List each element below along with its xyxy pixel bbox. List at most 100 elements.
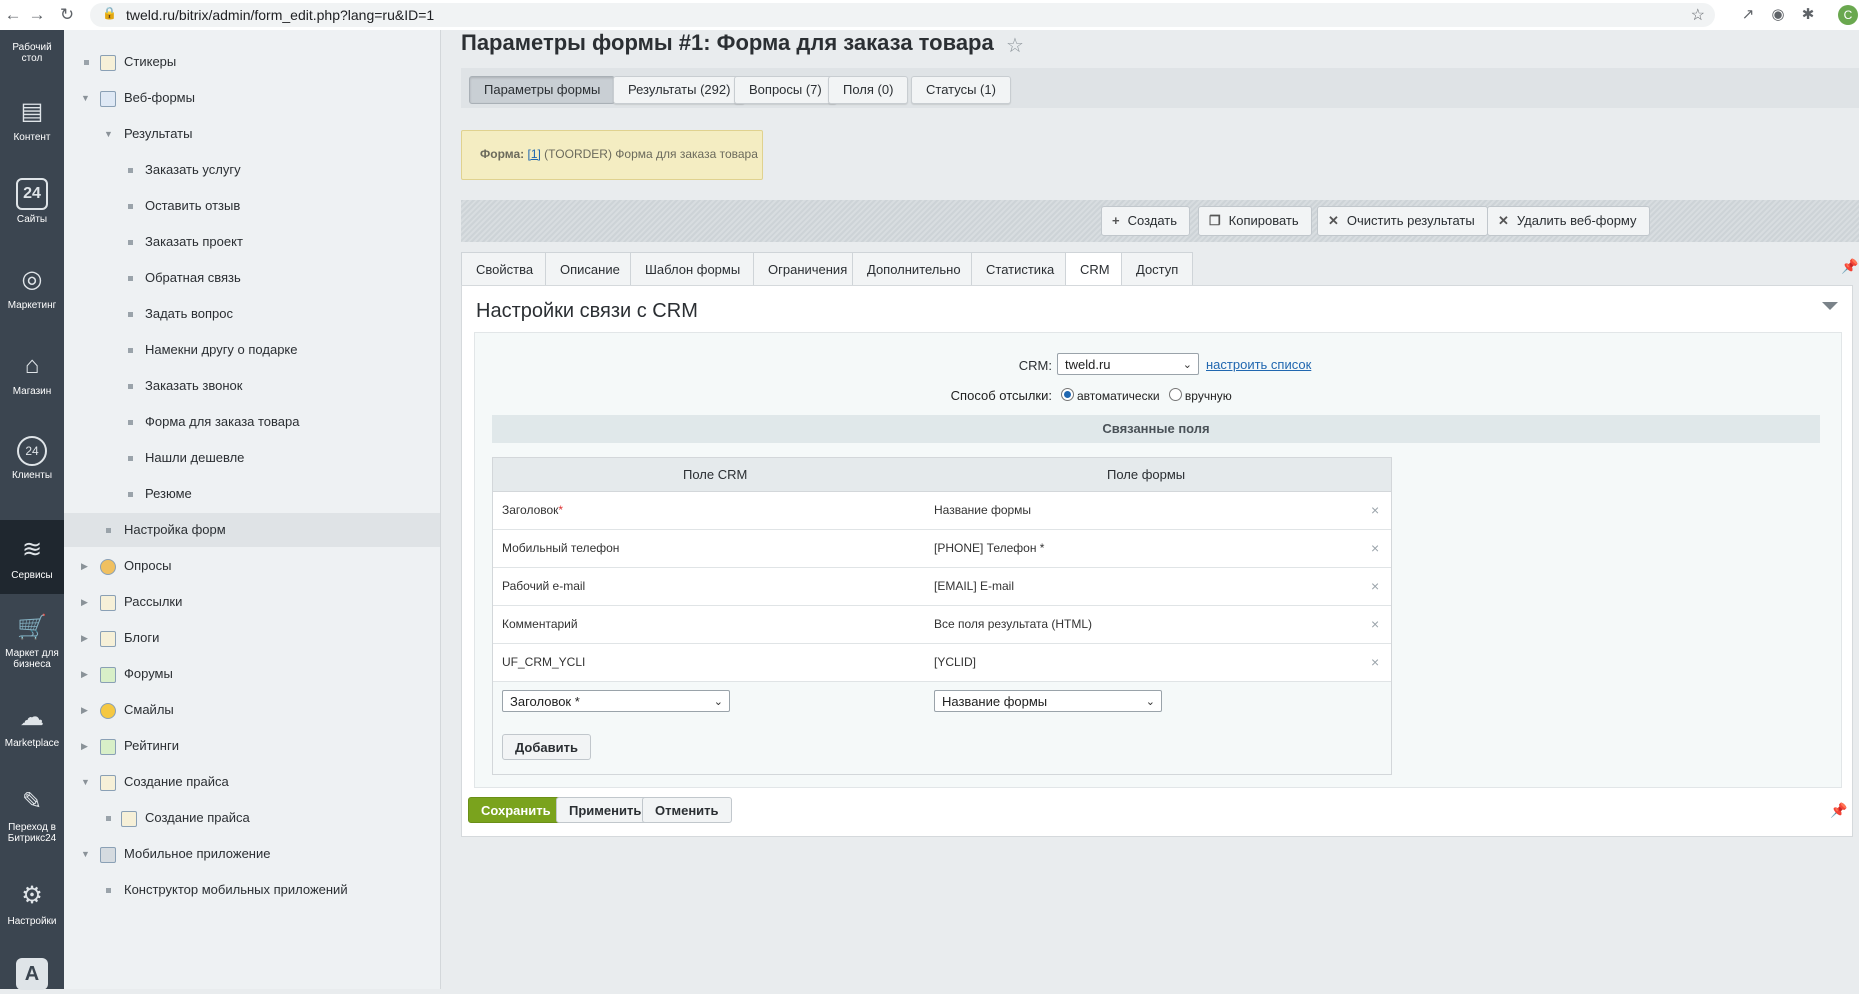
profile-avatar[interactable]: C bbox=[1838, 5, 1858, 25]
tab-form-template[interactable]: Шаблон формы bbox=[630, 252, 756, 286]
tab-crm[interactable]: CRM bbox=[1065, 252, 1125, 287]
tab-statistics[interactable]: Статистика bbox=[971, 252, 1070, 286]
tree-item-results[interactable]: ▼ Результаты bbox=[64, 117, 440, 151]
tree-item-ratings[interactable]: ▶ Рейтинги bbox=[64, 729, 440, 763]
tree-item-mobile-constructor[interactable]: Конструктор мобильных приложений bbox=[64, 873, 440, 907]
calendar-24-icon: 24 bbox=[16, 178, 48, 210]
tree-item-polls[interactable]: ▶ Опросы bbox=[64, 549, 440, 583]
panel-item-services[interactable]: ≋ Сервисы bbox=[0, 520, 64, 594]
address-bar[interactable]: 🔒 tweld.ru/bitrix/admin/form_edit.php?la… bbox=[90, 3, 1715, 27]
chevron-right-icon[interactable]: ▶ bbox=[81, 657, 88, 691]
chevron-down-icon[interactable]: ▼ bbox=[104, 117, 113, 151]
remove-icon[interactable]: × bbox=[1371, 568, 1379, 605]
tree-item-result[interactable]: Заказать проект bbox=[64, 225, 440, 259]
linked-fields-header: Связанные поля bbox=[492, 415, 1820, 443]
panel-item-sites[interactable]: 24 Сайты bbox=[0, 178, 64, 225]
tab-properties[interactable]: Свойства bbox=[461, 252, 549, 286]
tab-description[interactable]: Описание bbox=[545, 252, 635, 286]
remove-icon[interactable]: × bbox=[1371, 492, 1379, 529]
create-label: Создать bbox=[1127, 213, 1177, 228]
new-crm-field-value: Заголовок * bbox=[510, 694, 580, 709]
tree-item-label: Форма для заказа товара bbox=[145, 414, 300, 429]
tree-item-result[interactable]: Задать вопрос bbox=[64, 297, 440, 331]
panel-item-bitrix24[interactable]: ✎ Переход в Битрикс24 bbox=[0, 786, 64, 844]
tree-item-result[interactable]: Нашли дешевле bbox=[64, 441, 440, 475]
tree-item-smiles[interactable]: ▶ Смайлы bbox=[64, 693, 440, 727]
remove-icon[interactable]: × bbox=[1371, 530, 1379, 567]
camera-icon[interactable]: ◉ bbox=[1768, 5, 1788, 25]
save-button[interactable]: Сохранить bbox=[468, 797, 564, 823]
crm-select[interactable]: tweld.ru ⌄ bbox=[1057, 353, 1199, 375]
tab-additional[interactable]: Дополнительно bbox=[852, 252, 976, 286]
puzzle-icon[interactable]: ✱ bbox=[1798, 5, 1818, 25]
tree-item-result[interactable]: Оставить отзыв bbox=[64, 189, 440, 223]
action-toolbar: + Создать ❐ Копировать ✕ Очистить результат… bbox=[461, 200, 1859, 242]
tab-statuses[interactable]: Статусы (1) bbox=[911, 76, 1011, 104]
tab-fields[interactable]: Поля (0) bbox=[828, 76, 909, 104]
clear-results-button[interactable]: ✕ Очистить результаты bbox=[1317, 206, 1488, 236]
new-form-field-select[interactable]: Название формы ⌄ bbox=[934, 690, 1162, 712]
add-mapping-button[interactable]: Добавить bbox=[502, 734, 591, 760]
collapse-arrow-icon[interactable] bbox=[1822, 302, 1838, 310]
panel-item-market[interactable]: 🛒 Маркет для бизнеса bbox=[0, 612, 64, 670]
create-button[interactable]: + Создать bbox=[1101, 206, 1190, 236]
tree-item-webforms[interactable]: ▼ Веб-формы bbox=[64, 81, 440, 115]
tree-item-mailings[interactable]: ▶ Рассылки bbox=[64, 585, 440, 619]
tree-item-price-creation[interactable]: ▼ Создание прайса bbox=[64, 765, 440, 799]
tree-item-result[interactable]: Заказать услугу bbox=[64, 153, 440, 187]
panel-item-shop[interactable]: ⌂ Магазин bbox=[0, 350, 64, 397]
tree-item-forums[interactable]: ▶ Форумы bbox=[64, 657, 440, 691]
forward-arrow-icon[interactable]: → bbox=[26, 4, 48, 26]
tree-item-stickers[interactable]: Стикеры bbox=[64, 45, 440, 79]
tree-item-blogs[interactable]: ▶ Блоги bbox=[64, 621, 440, 655]
tab-access[interactable]: Доступ bbox=[1121, 252, 1194, 286]
panel-item-settings[interactable]: ⚙ Настройки bbox=[0, 880, 64, 927]
chevron-right-icon[interactable]: ▶ bbox=[81, 621, 88, 655]
delete-form-button[interactable]: ✕ Удалить веб-форму bbox=[1487, 206, 1650, 236]
panel-item-content[interactable]: ▤ Контент bbox=[0, 96, 64, 143]
tab-form-params[interactable]: Параметры формы bbox=[469, 76, 616, 104]
chevron-right-icon[interactable]: ▶ bbox=[81, 729, 88, 763]
chevron-down-icon[interactable]: ▼ bbox=[81, 765, 90, 799]
tab-questions[interactable]: Вопросы (7) bbox=[734, 76, 837, 104]
url-text[interactable]: tweld.ru/bitrix/admin/form_edit.php?lang… bbox=[126, 7, 434, 23]
back-arrow-icon[interactable]: ← bbox=[2, 4, 24, 26]
remove-icon[interactable]: × bbox=[1371, 644, 1379, 681]
chevron-right-icon[interactable]: ▶ bbox=[81, 585, 88, 619]
reload-icon[interactable]: ↻ bbox=[56, 4, 78, 26]
configure-list-link[interactable]: настроить список bbox=[1206, 357, 1311, 372]
price-icon bbox=[121, 811, 137, 827]
radio-auto[interactable] bbox=[1061, 388, 1074, 401]
chevron-right-icon[interactable]: ▶ bbox=[81, 693, 88, 727]
panel-item-marketplace[interactable]: ☁ Marketplace bbox=[0, 702, 64, 749]
tree-item-price-creation-sub[interactable]: Создание прайса bbox=[64, 801, 440, 835]
tree-item-mobile-app[interactable]: ▼ Мобильное приложение bbox=[64, 837, 440, 871]
cancel-button[interactable]: Отменить bbox=[642, 797, 732, 823]
tree-item-result[interactable]: Резюме bbox=[64, 477, 440, 511]
chevron-down-icon[interactable]: ▼ bbox=[81, 837, 90, 871]
favorite-star-icon[interactable]: ☆ bbox=[1006, 33, 1024, 58]
extension-icon[interactable]: ↗ bbox=[1738, 5, 1758, 25]
tree-item-result[interactable]: Заказать звонок bbox=[64, 369, 440, 403]
tree-item-result[interactable]: Форма для заказа товара bbox=[64, 405, 440, 439]
tab-restrictions[interactable]: Ограничения bbox=[753, 252, 863, 286]
copy-button[interactable]: ❐ Копировать bbox=[1198, 206, 1312, 236]
new-crm-field-select[interactable]: Заголовок * ⌄ bbox=[502, 690, 730, 712]
chevron-down-icon[interactable]: ▼ bbox=[81, 81, 90, 115]
panel-item-marketing[interactable]: ◎ Маркетинг bbox=[0, 264, 64, 311]
apply-button[interactable]: Применить bbox=[556, 797, 655, 823]
chevron-right-icon[interactable]: ▶ bbox=[81, 549, 88, 583]
radio-manual[interactable] bbox=[1168, 388, 1182, 401]
panel-item-clients[interactable]: 24 Клиенты bbox=[0, 436, 64, 481]
tree-item-result[interactable]: Намекни другу о подарке bbox=[64, 333, 440, 367]
tree-item-result[interactable]: Обратная связь bbox=[64, 261, 440, 295]
pin-icon[interactable]: 📌 bbox=[1830, 802, 1847, 819]
pin-icon[interactable]: 📌 bbox=[1841, 258, 1858, 275]
tab-results[interactable]: Результаты (292) bbox=[613, 76, 746, 104]
remove-icon[interactable]: × bbox=[1371, 606, 1379, 643]
panel-item-desktop[interactable]: Рабочий стол bbox=[0, 42, 64, 64]
form-id-link[interactable]: [1] bbox=[527, 147, 540, 161]
bookmark-star-icon[interactable]: ☆ bbox=[1691, 5, 1705, 25]
tree-item-label: Задать вопрос bbox=[145, 306, 233, 321]
tree-item-form-settings[interactable]: Настройка форм bbox=[64, 513, 440, 547]
